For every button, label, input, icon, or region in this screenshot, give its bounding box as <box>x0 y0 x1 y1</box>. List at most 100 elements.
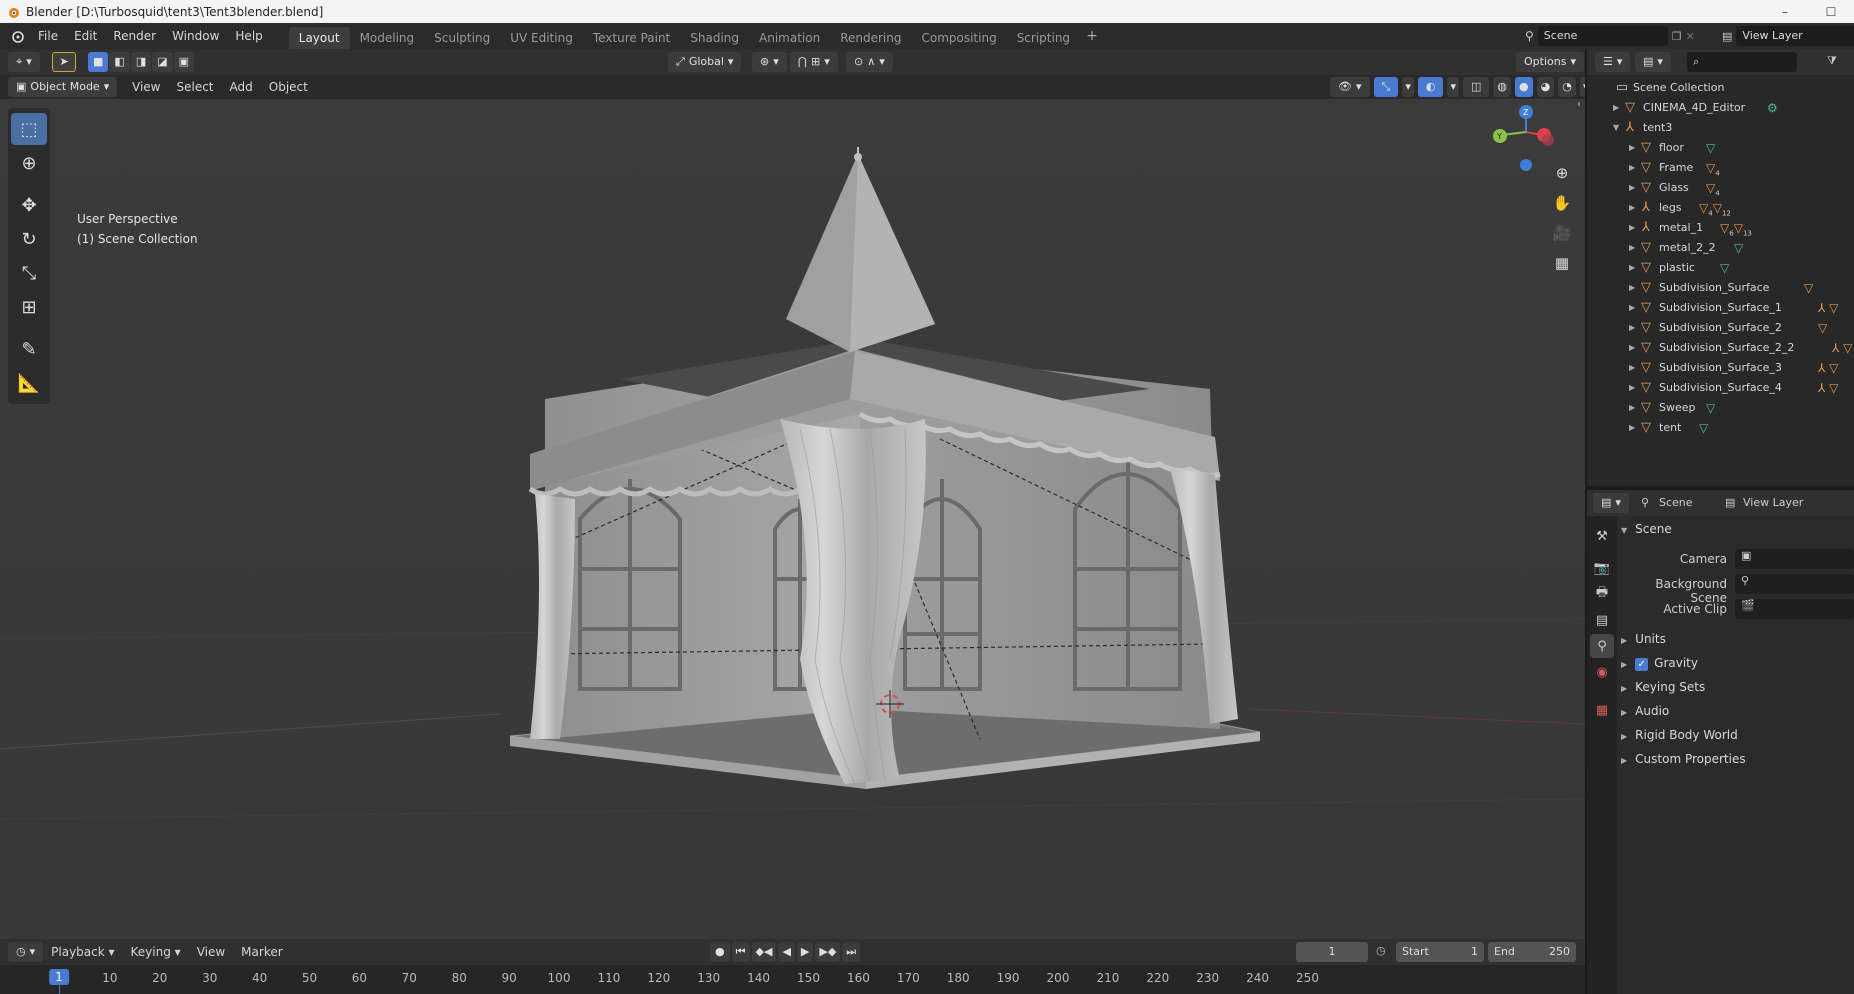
mode-dropdown[interactable]: ▣ Object Mode ▾ <box>8 77 118 97</box>
menu-marker[interactable]: Marker <box>233 940 290 964</box>
scene-selector[interactable]: Scene <box>1537 26 1668 46</box>
view-layer-tab[interactable]: ▤ <box>1590 608 1614 632</box>
expand-down-icon[interactable]: ▼ <box>1613 118 1619 138</box>
scene-tab[interactable]: ⚲ <box>1590 634 1614 658</box>
frame-ruler[interactable]: 1 10 20 30 40 50 60 70 80 90 100 110 120 130 140 150 160… <box>0 965 1585 994</box>
annotate-tool[interactable]: ✎ <box>11 333 47 365</box>
scene-icon[interactable]: ⚲ <box>1525 29 1534 43</box>
use-preview-range-icon[interactable]: ◷ <box>1376 944 1386 957</box>
expand-right-icon[interactable]: ▶ <box>1629 198 1635 218</box>
minimize-icon[interactable]: – <box>1762 5 1808 19</box>
menu-add[interactable]: Add <box>222 75 261 99</box>
expand-right-icon[interactable]: ▶ <box>1629 298 1635 318</box>
outliner-item[interactable]: ▶ ▽ Subdivision_Surface_2_2 ⅄ ▽ <box>1587 338 1854 358</box>
outliner-scene-collection[interactable]: ▭ Scene Collection <box>1587 78 1854 98</box>
expand-right-icon[interactable]: ▶ <box>1629 158 1635 178</box>
editor-type-button[interactable]: ⌖ ▾ <box>8 52 40 72</box>
properties-view-layer-label[interactable]: View Layer <box>1743 496 1803 509</box>
expand-right-icon[interactable]: ▶ <box>1613 98 1619 118</box>
transform-orientation-dropdown[interactable]: ⤢ Global ▾ <box>668 52 742 72</box>
timeline-editor-type-button[interactable]: ◷ ▾ <box>8 942 44 962</box>
outliner-item[interactable]: ▶ ▽ CINEMA_4D_Editor ⚙ <box>1587 98 1854 118</box>
new-scene-icon[interactable]: ❐ <box>1672 30 1682 43</box>
select-intersect-icon[interactable]: ▣ <box>173 52 195 72</box>
tab-scripting[interactable]: Scripting <box>1007 27 1080 49</box>
current-frame-field[interactable]: 1 <box>1296 942 1368 962</box>
outliner-editor-type-button[interactable]: ☰ ▾ <box>1595 52 1631 72</box>
pivot-point-dropdown[interactable]: ⊛ ▾ <box>752 52 787 72</box>
menu-playback[interactable]: Playback ▾ <box>43 940 122 964</box>
camera-view-icon[interactable]: 🎥 <box>1548 219 1576 247</box>
rigid-body-world-panel[interactable]: ▶ Rigid Body World <box>1621 728 1738 742</box>
expand-right-icon[interactable]: ▶ <box>1629 358 1635 378</box>
maximize-icon[interactable]: ☐ <box>1808 5 1854 19</box>
gravity-checkbox[interactable]: ✓ <box>1635 658 1649 671</box>
select-box-tool[interactable]: ⬚ <box>11 113 47 145</box>
expand-right-icon[interactable]: ▶ <box>1629 418 1635 438</box>
outliner-item[interactable]: ▶ ▽ floor ▽ <box>1587 138 1854 158</box>
menu-help[interactable]: Help <box>227 23 270 49</box>
expand-right-icon[interactable]: ▶ <box>1629 338 1635 358</box>
gizmo-dropdown[interactable]: ▾ <box>1402 77 1414 97</box>
cursor-tool[interactable]: ⊕ <box>11 147 47 179</box>
custom-properties-panel[interactable]: ▶ Custom Properties <box>1621 752 1746 766</box>
material-shading-button[interactable]: ◕ <box>1536 77 1555 97</box>
output-tab[interactable]: 🖶 <box>1590 582 1614 606</box>
play-button[interactable]: ▶ <box>796 942 814 962</box>
menu-keying[interactable]: Keying ▾ <box>123 940 189 964</box>
xray-toggle[interactable]: ◫ <box>1462 77 1490 97</box>
outliner-item[interactable]: ▶ ⅄ metal_1 ▽6▽13 <box>1587 218 1854 238</box>
keying-sets-panel[interactable]: ▶ Keying Sets <box>1621 680 1705 694</box>
expand-right-icon[interactable]: ▶ <box>1629 378 1635 398</box>
rendered-shading-button[interactable]: ◔ <box>1558 77 1576 97</box>
outliner-item[interactable]: ▶ ▽ plastic ▽ <box>1587 258 1854 278</box>
area-divider[interactable] <box>1585 49 1587 994</box>
expand-right-icon[interactable]: ▶ <box>1629 238 1635 258</box>
menu-render[interactable]: Render <box>105 23 164 49</box>
overlays-dropdown[interactable]: ▾ <box>1447 77 1459 97</box>
scale-tool[interactable]: ⤡ <box>11 257 47 289</box>
expand-right-icon[interactable]: ▶ <box>1629 218 1635 238</box>
select-tool-button[interactable]: ➤ <box>52 52 76 72</box>
expand-right-icon[interactable]: ▶ <box>1629 178 1635 198</box>
expand-right-icon[interactable]: ▶ <box>1629 138 1635 158</box>
tab-sculpting[interactable]: Sculpting <box>424 27 500 49</box>
gizmo-neg-z-axis[interactable] <box>1520 159 1532 171</box>
area-divider[interactable] <box>1587 486 1854 490</box>
record-button[interactable]: ● <box>710 942 730 962</box>
tool-tab[interactable]: ⚒ <box>1590 524 1614 548</box>
rotate-tool[interactable]: ↻ <box>11 223 47 255</box>
zoom-icon[interactable]: ⊕ <box>1548 159 1576 187</box>
current-frame-marker[interactable]: 1 <box>49 969 69 985</box>
gravity-panel[interactable]: ▶ ✓ Gravity <box>1621 656 1698 671</box>
units-panel[interactable]: ▶ Units <box>1621 632 1666 646</box>
expand-right-icon[interactable]: ▶ <box>1629 318 1635 338</box>
start-frame-field[interactable]: Start 1 <box>1396 942 1484 962</box>
proportional-edit-toggle[interactable]: ⊙ ∧ ▾ <box>846 52 893 72</box>
gizmo-neg-x-axis[interactable] <box>1542 134 1554 146</box>
select-invert-icon[interactable]: ◪ <box>152 52 173 72</box>
tab-texture-paint[interactable]: Texture Paint <box>583 27 680 49</box>
tab-uv-editing[interactable]: UV Editing <box>500 27 583 49</box>
scene-panel-header[interactable]: ▼ Scene <box>1621 522 1672 536</box>
outliner-item[interactable]: ▶ ▽ metal_2_2 ▽ <box>1587 238 1854 258</box>
audio-panel[interactable]: ▶ Audio <box>1621 704 1669 718</box>
menu-select[interactable]: Select <box>168 75 221 99</box>
tab-modeling[interactable]: Modeling <box>350 27 425 49</box>
properties-scene-label[interactable]: Scene <box>1659 496 1693 509</box>
play-reverse-button[interactable]: ◀ <box>778 942 795 962</box>
transform-tool[interactable]: ⊞ <box>11 291 47 323</box>
menu-view[interactable]: View <box>124 75 168 99</box>
overlays-toggle[interactable]: ◐ <box>1417 77 1444 97</box>
properties-editor-type-button[interactable]: ▤ ▾ <box>1593 493 1629 513</box>
menu-file[interactable]: File <box>30 23 66 49</box>
camera-field[interactable]: ▣ <box>1735 549 1854 569</box>
tab-animation[interactable]: Animation <box>749 27 830 49</box>
prev-keyframe-button[interactable]: ◆◀ <box>751 942 777 962</box>
solid-shading-button[interactable]: ● <box>1515 77 1533 97</box>
outliner-item[interactable]: ▶ ▽ Subdivision_Surface_1 ⅄ ▽ <box>1587 298 1854 318</box>
next-keyframe-button[interactable]: ▶◆ <box>815 942 841 962</box>
menu-timeline-view[interactable]: View <box>189 940 233 964</box>
gizmo-toggle[interactable]: ⤡ <box>1373 77 1399 97</box>
playhead-line[interactable] <box>59 985 60 994</box>
